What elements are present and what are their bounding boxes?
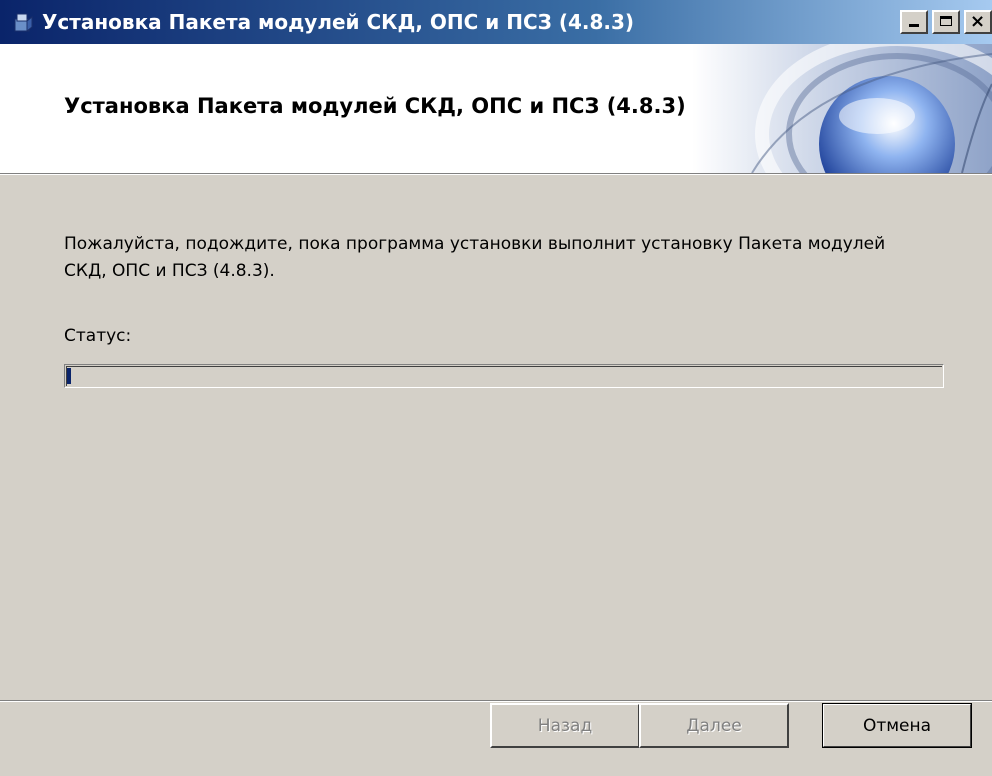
maximize-icon — [940, 16, 952, 26]
minimize-icon — [909, 24, 919, 27]
window-title: Установка Пакета модулей СКД, ОПС и ПСЗ … — [42, 10, 635, 34]
next-button[interactable]: Далее — [639, 703, 789, 748]
minimize-button[interactable] — [900, 10, 928, 34]
install-progress-bar — [64, 364, 944, 388]
maximize-button[interactable] — [932, 10, 960, 34]
installer-icon — [12, 11, 34, 33]
title-bar[interactable]: Установка Пакета модулей СКД, ОПС и ПСЗ … — [0, 0, 992, 44]
header-banner: Установка Пакета модулей СКД, ОПС и ПСЗ … — [0, 44, 992, 174]
globe-art-icon — [692, 44, 992, 173]
footer-divider-highlight — [0, 701, 992, 702]
back-button[interactable]: Назад — [490, 703, 640, 748]
banner-title: Установка Пакета модулей СКД, ОПС и ПСЗ … — [64, 94, 686, 118]
status-label: Статус: — [64, 326, 132, 346]
progress-fill — [67, 368, 71, 384]
close-button[interactable]: × — [964, 10, 992, 34]
install-message: Пожалуйста, подождите, пока программа ус… — [64, 234, 886, 281]
banner-separator — [0, 174, 992, 175]
close-icon: × — [970, 11, 986, 32]
progress-track — [66, 366, 942, 386]
cancel-button[interactable]: Отмена — [822, 703, 972, 748]
